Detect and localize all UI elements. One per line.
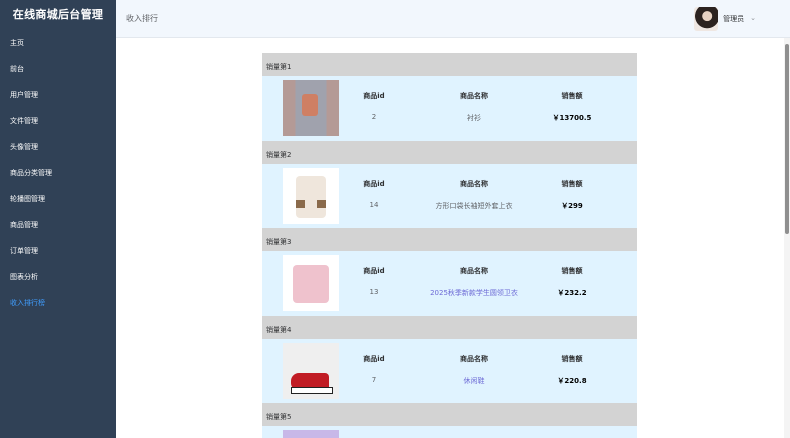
rank-card: 销量第1 商品id 2 商品名称 衬衫 销售额 ￥13700.5 — [262, 53, 637, 141]
chevron-down-icon[interactable]: ⌄ — [750, 14, 756, 22]
sidebar-item-products[interactable]: 商品管理 — [0, 212, 116, 238]
product-image — [283, 80, 339, 136]
rank-title: 销量第5 — [262, 403, 637, 426]
sidebar-item-orders[interactable]: 订单管理 — [0, 238, 116, 264]
sidebar-item-frontend[interactable]: 前台 — [0, 56, 116, 82]
sales-value: ￥13700.5 — [552, 114, 592, 122]
page-title: 收入排行 — [126, 14, 158, 23]
app-title: 在线商城后台管理 — [12, 8, 104, 21]
product-id-value: 13 — [369, 288, 379, 296]
rank-row: 商品id 14 商品名称 方形口袋长袖短外套上衣 销售额 ￥299 — [262, 163, 637, 228]
income-ranking-list: 销量第1 商品id 2 商品名称 衬衫 销售额 ￥13700.5 销量第2 商品… — [262, 53, 637, 438]
sidebar-menu: 主页 前台 用户管理 文件管理 头像管理 商品分类管理 轮播图管理 商品管理 订… — [0, 30, 116, 316]
rank-title: 销量第2 — [262, 140, 637, 164]
product-id-value: 7 — [371, 375, 377, 384]
sidebar-item-users[interactable]: 用户管理 — [0, 82, 116, 108]
product-name-value: 休闲鞋 — [463, 376, 485, 385]
sidebar-item-charts[interactable]: 图表分析 — [0, 264, 116, 290]
product-image — [283, 430, 339, 438]
product-image — [283, 167, 339, 224]
product-id-header: 商品id — [363, 179, 385, 188]
product-id-header: 商品id — [363, 354, 385, 363]
sidebar-item-avatars[interactable]: 头像管理 — [0, 134, 116, 160]
product-name-header: 商品名称 — [460, 92, 488, 100]
product-name-header: 商品名称 — [460, 267, 488, 275]
sales-value: ￥232.2 — [557, 289, 587, 297]
product-image — [283, 342, 339, 399]
sales-header: 销售额 — [561, 179, 583, 188]
product-name-header: 商品名称 — [460, 354, 488, 363]
rank-row: 商品id 2 商品名称 衬衫 销售额 ￥13700.5 — [262, 76, 637, 141]
sidebar-item-categories[interactable]: 商品分类管理 — [0, 160, 116, 186]
scrollbar-thumb[interactable] — [785, 44, 789, 234]
rank-card: 销量第2 商品id 14 商品名称 方形口袋长袖短外套上衣 销售额 ￥299 — [262, 140, 637, 228]
sales-header: 销售额 — [561, 354, 583, 363]
product-name-value: 2025秋季新款学生圆领卫衣 — [430, 289, 518, 297]
product-name-value: 衬衫 — [467, 114, 481, 122]
product-id-value: 14 — [369, 200, 379, 209]
sidebar-item-files[interactable]: 文件管理 — [0, 108, 116, 134]
product-image — [283, 255, 339, 311]
sidebar-item-home[interactable]: 主页 — [0, 30, 116, 56]
sales-header: 销售额 — [561, 92, 583, 100]
sales-value: ￥220.8 — [557, 376, 587, 385]
sales-header: 销售额 — [561, 267, 583, 275]
rank-row: 商品id 13 商品名称 2025秋季新款学生圆领卫衣 销售额 ￥232.2 — [262, 251, 637, 316]
product-id-value: 2 — [371, 113, 377, 121]
rank-card: 销量第4 商品id 7 商品名称 休闲鞋 销售额 ￥220.8 — [262, 315, 637, 403]
rank-card: 销量第5 — [262, 403, 637, 438]
avatar[interactable] — [694, 7, 719, 31]
rank-card: 销量第3 商品id 13 商品名称 2025秋季新款学生圆领卫衣 销售额 ￥23… — [262, 228, 637, 316]
product-name-value: 方形口袋长袖短外套上衣 — [435, 201, 513, 210]
sidebar-item-income-ranking[interactable]: 收入排行榜 — [0, 290, 116, 316]
rank-title: 销量第1 — [262, 53, 637, 76]
sidebar: 在线商城后台管理 主页 前台 用户管理 文件管理 头像管理 商品分类管理 轮播图… — [0, 0, 116, 438]
user-name[interactable]: 管理员 — [723, 14, 744, 24]
product-name-header: 商品名称 — [460, 179, 488, 188]
product-id-header: 商品id — [363, 92, 385, 100]
rank-title: 销量第4 — [262, 315, 637, 339]
sales-value: ￥299 — [561, 201, 583, 210]
rank-row: 商品id 7 商品名称 休闲鞋 销售额 ￥220.8 — [262, 338, 637, 403]
header: 收入排行 管理员 ⌄ — [116, 0, 790, 38]
rank-row — [262, 426, 637, 438]
rank-title: 销量第3 — [262, 228, 637, 251]
product-id-header: 商品id — [363, 267, 385, 275]
user-menu[interactable]: 管理员 ⌄ — [694, 7, 756, 31]
sidebar-item-carousel[interactable]: 轮播图管理 — [0, 186, 116, 212]
